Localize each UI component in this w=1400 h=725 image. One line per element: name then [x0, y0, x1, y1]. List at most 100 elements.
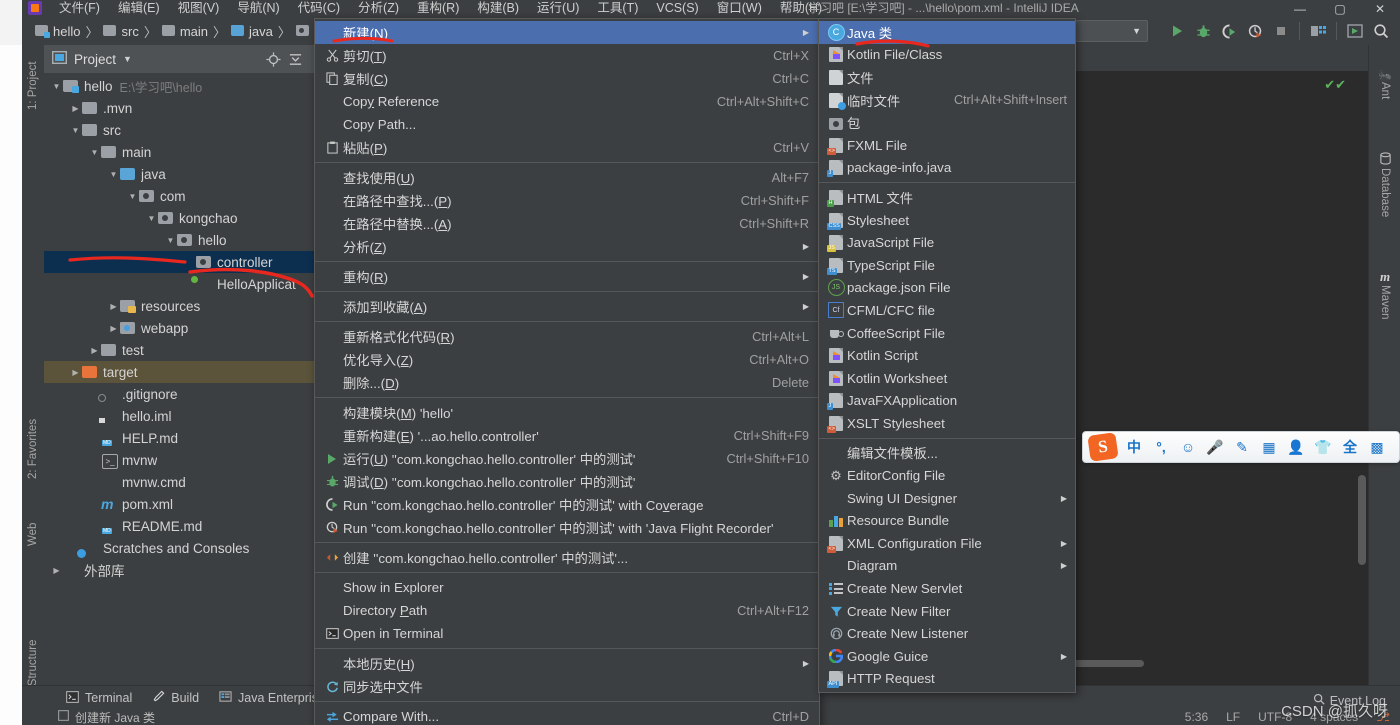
minimize-button[interactable]: —: [1280, 0, 1320, 17]
submenu-item-create-new-filter[interactable]: Create New Filter: [819, 600, 1075, 623]
window-controls[interactable]: — ▢ ✕: [1280, 0, 1400, 17]
submenu-item-http-request[interactable]: API HTTP Request: [819, 668, 1075, 691]
menu-item-find-in-path[interactable]: 在路径中查找...(P) Ctrl+Shift+F: [315, 189, 819, 212]
submenu-item-scratch-file[interactable]: 临时文件 Ctrl+Alt+Shift+Insert: [819, 89, 1075, 112]
menu-item-compare-with[interactable]: Compare With... Ctrl+D: [315, 705, 819, 725]
sidebar-item-database[interactable]: Database: [1369, 133, 1400, 237]
editor-vertical-scrollbar[interactable]: [1358, 475, 1366, 565]
right-tool-window-bar[interactable]: 🐜 Ant Database m Maven: [1368, 45, 1400, 685]
tree-node-controller[interactable]: controller: [44, 251, 314, 273]
chevron-down-icon[interactable]: ▼: [145, 214, 158, 223]
menu-item-run-with-coverage[interactable]: Run ''com.kongchao.hello.controller' 中的测…: [315, 493, 819, 516]
skin-icon[interactable]: 👕: [1313, 437, 1333, 457]
chevron-right-icon[interactable]: ▶: [107, 302, 120, 311]
menubar-item-7[interactable]: 构建(B): [468, 0, 528, 17]
chevron-down-icon[interactable]: ▼: [164, 236, 177, 245]
menu-item-refactor[interactable]: 重构(R) ▶: [315, 265, 819, 288]
tree-node-kongchao[interactable]: ▼ kongchao: [44, 207, 314, 229]
chevron-down-icon[interactable]: ▼: [123, 54, 132, 64]
tree-node-target[interactable]: ▶ target: [44, 361, 314, 383]
tree-node-src[interactable]: ▼ src: [44, 119, 314, 141]
user-icon[interactable]: 👤: [1286, 437, 1306, 457]
menu-item-run-tests[interactable]: 运行(U) ''com.kongchao.hello.controller' 中…: [315, 447, 819, 470]
submenu-item-cfml-file[interactable]: Cf CFML/CFC file: [819, 299, 1075, 322]
menu-item-directory-path[interactable]: Directory Path Ctrl+Alt+F12: [315, 599, 819, 622]
debug-icon[interactable]: [1190, 19, 1216, 43]
breadcrumb[interactable]: hello〉src〉main〉java〉co: [30, 17, 333, 45]
menu-item-find-usages[interactable]: 查找使用(U) Alt+F7: [315, 166, 819, 189]
run-icon[interactable]: [1164, 19, 1190, 43]
submenu-item-html-file[interactable]: H HTML 文件: [819, 186, 1075, 209]
breadcrumb-item-src[interactable]: src: [98, 24, 143, 39]
project-structure-icon[interactable]: [1305, 19, 1331, 43]
menu-item-open-in-terminal[interactable]: Open in Terminal: [315, 622, 819, 645]
tree-node-readme-md[interactable]: README.md: [44, 515, 314, 537]
tree-node-mvnw[interactable]: >_ mvnw: [44, 449, 314, 471]
menu-item-local-history[interactable]: 本地历史(H) ▶: [315, 652, 819, 675]
sidebar-item-project[interactable]: 1: Project: [22, 49, 44, 123]
menu-item-delete[interactable]: 删除...(D) Delete: [315, 371, 819, 394]
menu-item-add-to-favorites[interactable]: 添加到收藏(A) ▶: [315, 295, 819, 318]
punctuation-icon[interactable]: °,: [1151, 437, 1171, 457]
chevron-right-icon[interactable]: ▶: [69, 368, 82, 377]
menu-item-paste[interactable]: 粘贴(P) Ctrl+V: [315, 136, 819, 159]
sidebar-item-maven[interactable]: m Maven: [1369, 251, 1400, 337]
tree-node--[interactable]: ▶ 外部库: [44, 559, 314, 581]
emoji-icon[interactable]: ☺: [1178, 437, 1198, 457]
inspection-status-icon[interactable]: ✔✔: [1324, 77, 1346, 93]
menubar-item-9[interactable]: 工具(T): [588, 0, 647, 17]
tree-node-hello[interactable]: ▼ hello: [44, 229, 314, 251]
submenu-item-coffeescript-file[interactable]: CoffeeScript File: [819, 322, 1075, 345]
tool-window-button-terminal[interactable]: Terminal: [56, 690, 142, 706]
submenu-item-diagram[interactable]: Diagram ▶: [819, 555, 1075, 578]
chinese-mode-icon[interactable]: 中: [1124, 437, 1144, 457]
menubar-item-1[interactable]: 编辑(E): [109, 0, 169, 17]
menu-item-new[interactable]: 新建(N) ▶: [315, 21, 819, 44]
menu-item-create-run-config[interactable]: 创建 ''com.kongchao.hello.controller' 中的测试…: [315, 546, 819, 569]
menubar-item-3[interactable]: 导航(N): [228, 0, 288, 17]
breadcrumb-item-java[interactable]: java: [226, 24, 278, 39]
chevron-right-icon[interactable]: ▶: [50, 566, 63, 575]
menubar-item-0[interactable]: 文件(F): [50, 0, 109, 17]
fullwidth-icon[interactable]: 全: [1340, 437, 1360, 457]
crosshair-icon[interactable]: [262, 48, 284, 70]
chevron-down-icon[interactable]: ▼: [88, 148, 101, 157]
menu-item-optimize-imports[interactable]: 优化导入(Z) Ctrl+Alt+O: [315, 348, 819, 371]
submenu-item-fxml-file[interactable]: <> FXML File: [819, 134, 1075, 157]
tree-node-webapp[interactable]: ▶ webapp: [44, 317, 314, 339]
chevron-down-icon[interactable]: ▼: [50, 82, 63, 91]
submenu-item-resource-bundle[interactable]: Resource Bundle: [819, 509, 1075, 532]
submenu-item-kotlin-script[interactable]: Kotlin Script: [819, 344, 1075, 367]
submenu-item-swing-ui-designer[interactable]: Swing UI Designer ▶: [819, 487, 1075, 510]
toolbox-icon[interactable]: ▩: [1367, 437, 1387, 457]
menu-item-analyze[interactable]: 分析(Z) ▶: [315, 235, 819, 258]
chevron-down-icon[interactable]: ▼: [69, 126, 82, 135]
menu-item-cut[interactable]: 剪切(T) Ctrl+X: [315, 44, 819, 67]
tree-node-hello-iml[interactable]: hello.iml: [44, 405, 314, 427]
stop-icon[interactable]: [1268, 19, 1294, 43]
menubar-item-10[interactable]: VCS(S): [647, 0, 707, 17]
menu-item-reformat-code[interactable]: 重新格式化代码(R) Ctrl+Alt+L: [315, 325, 819, 348]
submenu-item-google-guice[interactable]: Google Guice ▶: [819, 645, 1075, 668]
menu-item-copy-reference[interactable]: Copy Reference Ctrl+Alt+Shift+C: [315, 90, 819, 113]
tree-node-main[interactable]: ▼ main: [44, 141, 314, 163]
tree-node-mvnw-cmd[interactable]: mvnw.cmd: [44, 471, 314, 493]
breadcrumb-item-hello[interactable]: hello: [30, 24, 85, 39]
menubar-item-5[interactable]: 分析(Z): [349, 0, 408, 17]
menubar-item-11[interactable]: 窗口(W): [708, 0, 771, 17]
tree-node-help-md[interactable]: HELP.md: [44, 427, 314, 449]
line-separator[interactable]: LF: [1226, 710, 1240, 724]
tree-node--gitignore[interactable]: .gitignore: [44, 383, 314, 405]
menu-item-debug-tests[interactable]: 调试(D) ''com.kongchao.hello.controller' 中…: [315, 470, 819, 493]
submenu-item-stylesheet[interactable]: CSS Stylesheet: [819, 209, 1075, 232]
menu-bar[interactable]: 文件(F) 编辑(E) 视图(V) 导航(N) 代码(C) 分析(Z) 重构(R) 构建(B)…: [50, 0, 831, 17]
project-tree[interactable]: ▼ hello E:\学习吧\hello ▶ .mvn ▼ src ▼ main ▼ java ▼ co…: [44, 73, 314, 581]
menu-item-build-module[interactable]: 构建模块(M) 'hello': [315, 401, 819, 424]
submenu-item-xslt-stylesheet[interactable]: <> XSLT Stylesheet: [819, 412, 1075, 435]
left-tool-window-bar[interactable]: 1: Project 2: Favorites Web 7: Structure: [22, 45, 45, 725]
chevron-right-icon[interactable]: ▶: [88, 346, 101, 355]
sidebar-item-web[interactable]: Web: [22, 510, 44, 558]
menu-item-rebuild[interactable]: 重新构建(E) '...ao.hello.controller' Ctrl+Shi…: [315, 424, 819, 447]
tree-node-test[interactable]: ▶ test: [44, 339, 314, 361]
tree-node-resources[interactable]: ▶ resources: [44, 295, 314, 317]
